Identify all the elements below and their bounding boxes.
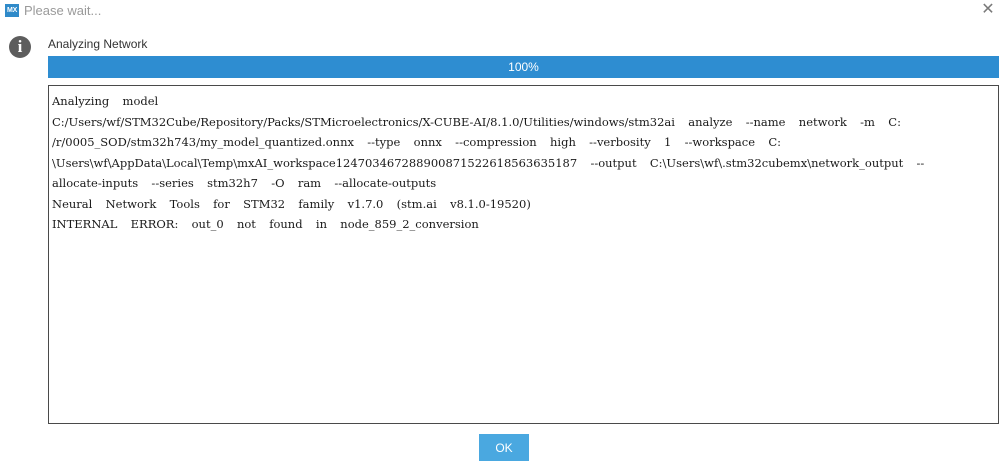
log-line: allocate-inputs --series stm32h7 -O ram …: [52, 176, 437, 190]
progress-dialog: MX Please wait... ✕ i Analyzing Network …: [0, 0, 999, 474]
stm32cubemx-logo-icon: MX: [5, 4, 19, 17]
dialog-heading: Analyzing Network: [48, 37, 148, 51]
progress-label: 100%: [508, 60, 539, 74]
info-icon: i: [9, 36, 31, 58]
error-log-line: INTERNAL ERROR: out_0 not found in node_…: [52, 217, 479, 231]
log-line: Neural Network Tools for STM32 family v1…: [52, 196, 531, 211]
ok-button[interactable]: OK: [479, 434, 529, 461]
progress-bar: 100%: [48, 56, 999, 78]
title-bar: MX Please wait... ✕: [0, 0, 999, 22]
log-line: Analyzing model: [52, 94, 159, 108]
console-output[interactable]: Analyzing model C:/Users/wf/STM32Cube/Re…: [48, 85, 999, 424]
window-title: Please wait...: [24, 3, 102, 18]
log-line: C:/Users/wf/STM32Cube/Repository/Packs/S…: [52, 114, 901, 129]
close-icon[interactable]: ✕: [979, 1, 997, 19]
log-line: /r/0005_SOD/stm32h743/my_model_quantized…: [52, 135, 782, 149]
log-line: \Users\wf\AppData\Local\Temp\mxAI_worksp…: [52, 155, 925, 170]
